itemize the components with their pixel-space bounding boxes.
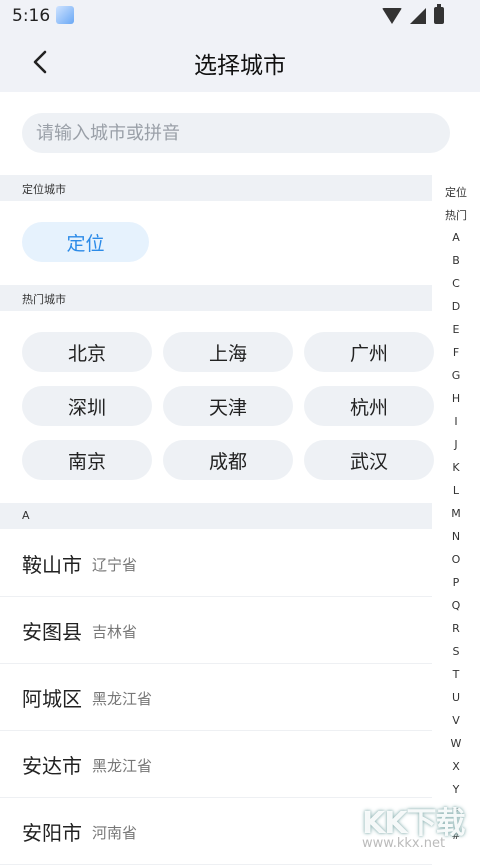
hot-city-chip[interactable]: 上海 [163, 332, 293, 372]
city-province: 黑龙江省 [92, 690, 153, 708]
index-item[interactable]: P [438, 576, 474, 589]
index-item[interactable]: H [438, 392, 474, 405]
city-name: 阿城区 [22, 687, 82, 711]
section-header-letter: A [0, 503, 432, 529]
index-item[interactable]: J [438, 438, 474, 451]
index-item[interactable]: T [438, 668, 474, 681]
city-province: 吉林省 [92, 623, 138, 641]
section-label-hot: 热门城市 [22, 293, 66, 306]
watermark: KK下载 www.kkx.net [362, 798, 480, 853]
section-letter-label: A [22, 509, 30, 522]
locate-button[interactable]: 定位 [22, 222, 149, 262]
city-list-item[interactable]: 阿城区 黑龙江省 [0, 664, 432, 731]
index-item[interactable]: 热门 [438, 207, 474, 223]
search-input[interactable] [22, 113, 450, 153]
city-province: 河南省 [92, 824, 138, 842]
hot-city-chip[interactable]: 武汉 [304, 440, 434, 480]
hot-city-chip[interactable]: 北京 [22, 332, 152, 372]
city-name: 安达市 [22, 754, 82, 778]
city-name: 安图县 [22, 620, 82, 644]
index-item[interactable]: U [438, 691, 474, 704]
city-list-item[interactable]: 安达市 黑龙江省 [0, 731, 432, 798]
hot-city-chip[interactable]: 南京 [22, 440, 152, 480]
index-item[interactable]: L [438, 484, 474, 497]
index-item[interactable]: O [438, 553, 474, 566]
hot-city-chip[interactable]: 深圳 [22, 386, 152, 426]
index-item[interactable]: Q [438, 599, 474, 612]
index-item[interactable]: V [438, 714, 474, 727]
section-label-located: 定位城市 [22, 183, 66, 196]
hot-city-chip[interactable]: 成都 [163, 440, 293, 480]
status-time: 5:16 [12, 6, 51, 26]
index-item[interactable]: D [438, 300, 474, 313]
index-item[interactable]: E [438, 323, 474, 336]
city-list-item[interactable]: 鞍山市 辽宁省 [0, 530, 432, 597]
index-item[interactable]: W [438, 737, 474, 750]
battery-icon [434, 4, 444, 24]
city-list-item[interactable]: 安图县 吉林省 [0, 597, 432, 664]
watermark-url: www.kkx.net [362, 836, 446, 851]
status-icons [382, 4, 444, 24]
index-item[interactable]: S [438, 645, 474, 658]
index-item[interactable]: M [438, 507, 474, 520]
index-item[interactable]: R [438, 622, 474, 635]
index-item[interactable]: K [438, 461, 474, 474]
index-item[interactable]: G [438, 369, 474, 382]
city-province: 辽宁省 [92, 556, 138, 574]
index-item[interactable]: I [438, 415, 474, 428]
index-item[interactable]: N [438, 530, 474, 543]
search-area [0, 92, 480, 174]
section-header-hot: 热门城市 [0, 285, 432, 311]
city-name: 鞍山市 [22, 553, 82, 577]
cell-signal-icon [410, 7, 426, 24]
index-item[interactable]: Y [438, 783, 474, 796]
section-header-located: 定位城市 [0, 175, 432, 201]
hot-city-chip[interactable]: 广州 [304, 332, 434, 372]
index-item[interactable]: B [438, 254, 474, 267]
app-notification-icon [56, 6, 74, 24]
index-item[interactable]: A [438, 231, 474, 244]
hot-city-chip[interactable]: 杭州 [304, 386, 434, 426]
index-item[interactable]: 定位 [438, 184, 474, 200]
page-title: 选择城市 [194, 53, 286, 79]
city-province: 黑龙江省 [92, 757, 153, 775]
index-item[interactable]: F [438, 346, 474, 359]
city-name: 安阳市 [22, 821, 82, 845]
hot-city-chip[interactable]: 天津 [163, 386, 293, 426]
status-bar: 5:16 [0, 0, 480, 32]
index-item[interactable]: C [438, 277, 474, 290]
app-header: 选择城市 [0, 32, 480, 92]
wifi-icon [382, 7, 402, 24]
index-item[interactable]: X [438, 760, 474, 773]
